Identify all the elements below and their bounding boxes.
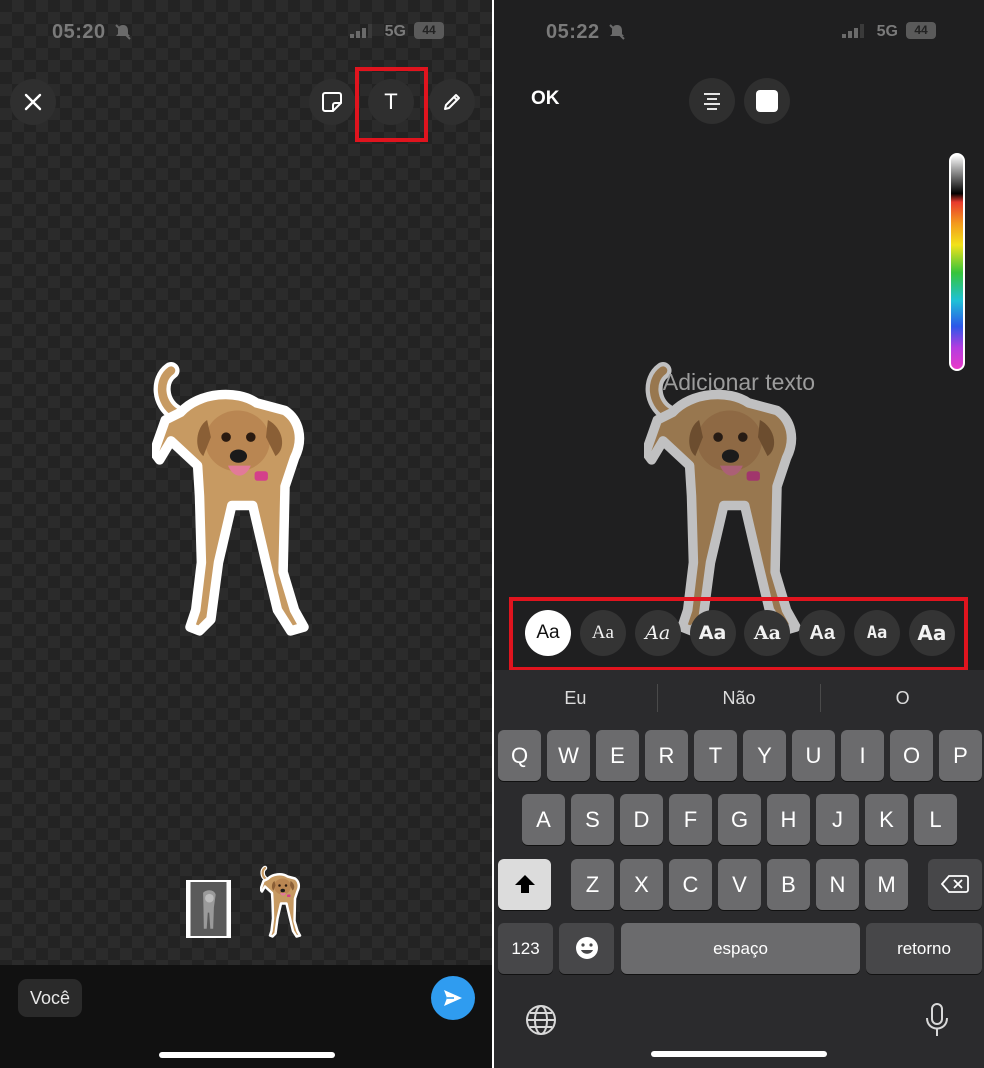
key-d[interactable]: D [620, 794, 663, 845]
microphone-icon[interactable] [924, 1002, 950, 1038]
key-a[interactable]: A [522, 794, 565, 845]
key-o[interactable]: O [890, 730, 933, 781]
ok-button[interactable]: OK [531, 88, 560, 110]
highlight-box-font-picker [509, 597, 968, 671]
signal-icon [350, 24, 372, 38]
key-h[interactable]: H [767, 794, 810, 845]
key-f[interactable]: F [669, 794, 712, 845]
status-time: 05:20 [52, 21, 106, 43]
status-bar: 05:20 5G 44 [0, 18, 492, 46]
key-c[interactable]: C [669, 859, 712, 910]
close-icon [24, 93, 42, 111]
numbers-key[interactable]: 123 [498, 923, 553, 974]
key-y[interactable]: Y [743, 730, 786, 781]
send-button[interactable] [431, 976, 475, 1020]
home-indicator [159, 1052, 335, 1058]
status-time: 05:22 [546, 21, 600, 43]
keyboard: Eu Não O Q W E R T Y U I O P A S D F G H… [494, 670, 984, 1068]
home-indicator [651, 1051, 827, 1057]
return-key[interactable]: retorno [866, 923, 982, 974]
key-t[interactable]: T [694, 730, 737, 781]
bell-muted-icon [609, 24, 625, 40]
thumbnail-sticker[interactable] [260, 862, 310, 940]
shift-icon [514, 875, 535, 893]
backspace-icon [940, 875, 969, 893]
left-screen: 05:20 5G 44 T Você [0, 0, 492, 1068]
close-button[interactable] [10, 79, 56, 125]
pencil-icon [444, 94, 460, 110]
key-p[interactable]: P [939, 730, 982, 781]
draw-button[interactable] [429, 79, 475, 125]
bottom-bar: Você [0, 965, 492, 1068]
emoji-icon [575, 937, 598, 959]
battery-icon: 44 [414, 22, 444, 39]
key-m[interactable]: M [865, 859, 908, 910]
text-input-placeholder[interactable]: Adicionar texto [494, 369, 984, 396]
key-b[interactable]: B [767, 859, 810, 910]
key-r[interactable]: R [645, 730, 688, 781]
text-align-icon [704, 93, 720, 110]
suggestion-2[interactable]: Não [658, 670, 821, 726]
bell-muted-icon [115, 24, 131, 40]
key-v[interactable]: V [718, 859, 761, 910]
emoji-key[interactable] [559, 923, 614, 974]
suggestion-1[interactable]: Eu [494, 670, 657, 726]
text-align-button[interactable] [689, 78, 735, 124]
battery-icon: 44 [906, 22, 936, 39]
network-label: 5G [384, 23, 406, 40]
key-q[interactable]: Q [498, 730, 541, 781]
right-screen: 05:22 5G 44 OK Adicionar texto Aa Aa Aa … [494, 0, 984, 1068]
network-label: 5G [876, 23, 898, 40]
globe-icon[interactable] [525, 1004, 557, 1036]
suggestion-3[interactable]: O [821, 670, 984, 726]
key-j[interactable]: J [816, 794, 859, 845]
status-bar: 05:22 5G 44 [494, 18, 984, 46]
recipient-chip[interactable]: Você [18, 979, 83, 1017]
key-n[interactable]: N [816, 859, 859, 910]
key-s[interactable]: S [571, 794, 614, 845]
key-e[interactable]: E [596, 730, 639, 781]
sticker-icon [322, 92, 342, 112]
text-background-button[interactable] [744, 78, 790, 124]
key-x[interactable]: X [620, 859, 663, 910]
dog-sticker[interactable] [152, 345, 342, 647]
space-key[interactable]: espaço [621, 923, 860, 974]
key-w[interactable]: W [547, 730, 590, 781]
send-icon [444, 990, 462, 1006]
key-i[interactable]: I [841, 730, 884, 781]
key-g[interactable]: G [718, 794, 761, 845]
key-l[interactable]: L [914, 794, 957, 845]
signal-icon [842, 24, 864, 38]
text-background-icon [756, 90, 778, 112]
color-picker-slider[interactable] [949, 153, 965, 371]
key-u[interactable]: U [792, 730, 835, 781]
key-k[interactable]: K [865, 794, 908, 845]
sticker-button[interactable] [309, 79, 355, 125]
thumbnail-original-photo[interactable] [186, 880, 231, 938]
shift-key[interactable] [498, 859, 551, 910]
key-z[interactable]: Z [571, 859, 614, 910]
backspace-key[interactable] [928, 859, 982, 910]
highlight-box-text-tool [355, 67, 428, 142]
suggestion-bar: Eu Não O [494, 670, 984, 726]
